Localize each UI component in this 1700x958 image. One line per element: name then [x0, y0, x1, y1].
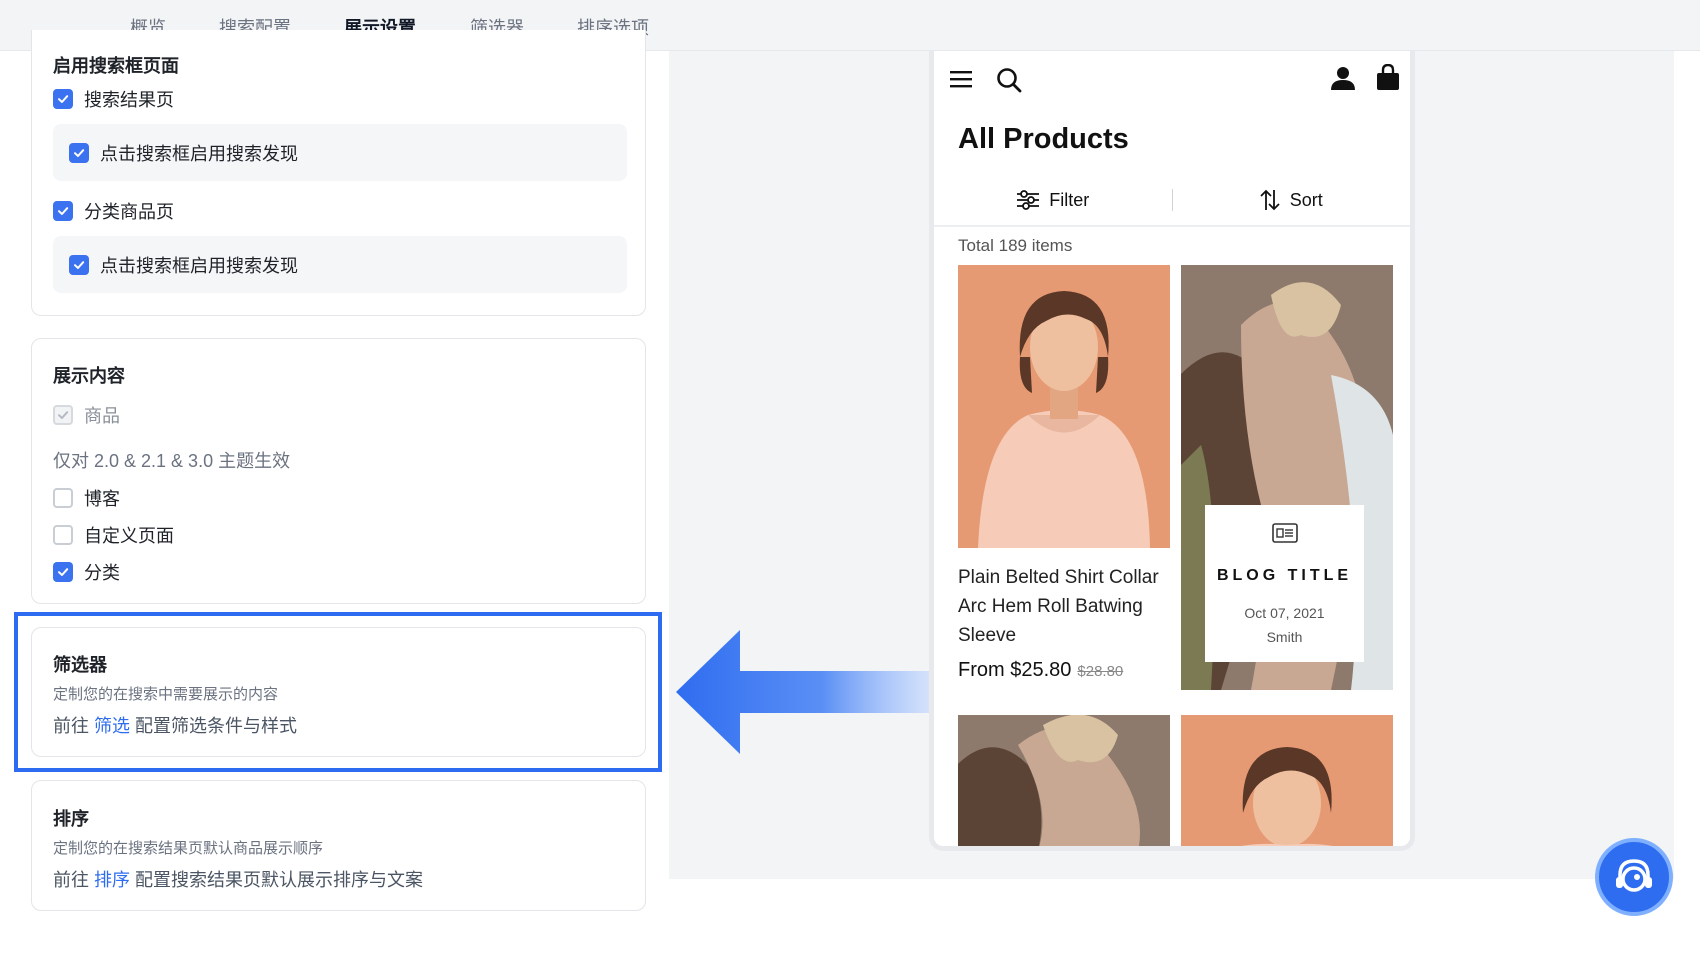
- search-discovery-checkbox-row[interactable]: 点击搜索框启用搜索发现: [53, 236, 627, 293]
- checkbox-checked-icon[interactable]: [69, 254, 89, 275]
- sort-arrows-icon: [1260, 189, 1280, 211]
- checkbox-checked-icon[interactable]: [53, 89, 73, 109]
- checkbox-label: 搜索结果页: [84, 90, 174, 110]
- customer-support-button[interactable]: [1595, 838, 1673, 916]
- filter-label: Filter: [1049, 189, 1090, 210]
- filter-sort-bar: Filter Sort: [934, 175, 1410, 227]
- product-price: From $25.80 $28.80: [958, 659, 1123, 682]
- category-checkbox-row[interactable]: 分类: [53, 559, 120, 585]
- blog-card[interactable]: BLOG TITLE Oct 07, 2021 Smith: [1205, 505, 1364, 662]
- pointer-arrow-icon: [676, 630, 942, 754]
- checkbox-checked-icon[interactable]: [53, 201, 73, 221]
- highlight-box: [14, 612, 662, 772]
- section-title: 排序: [53, 809, 89, 829]
- sort-link[interactable]: 排序: [94, 870, 130, 890]
- blog-image[interactable]: [958, 715, 1170, 846]
- display-content-card: 展示内容 商品 仅对 2.0 & 2.1 & 3.0 主题生效 博客 自定义页面…: [31, 338, 646, 604]
- section-title: 启用搜索框页面: [53, 56, 179, 76]
- product-name[interactable]: Plain Belted Shirt Collar Arc Hem Roll B…: [958, 563, 1170, 650]
- custom-page-checkbox-row[interactable]: 自定义页面: [53, 522, 174, 548]
- blog-checkbox-row[interactable]: 博客: [53, 485, 120, 511]
- product-image[interactable]: [1181, 715, 1393, 846]
- goto-line: 前往 排序 配置搜索结果页默认展示排序与文案: [53, 866, 423, 892]
- mobile-preview: All Products Filter Sort Total 189 items: [929, 51, 1415, 851]
- search-results-checkbox-row[interactable]: 搜索结果页: [53, 86, 174, 112]
- search-icon[interactable]: [996, 67, 1022, 93]
- checkbox-label: 点击搜索框启用搜索发现: [100, 143, 298, 164]
- blog-title: BLOG TITLE: [1216, 567, 1353, 584]
- blog-author: Smith: [1266, 629, 1303, 645]
- blog-date: Oct 07, 2021: [1244, 605, 1325, 621]
- section-description: 定制您的在搜索结果页默认商品展示顺序: [53, 840, 324, 857]
- category-page-checkbox-row[interactable]: 分类商品页: [53, 198, 174, 224]
- sort-card: 排序 定制您的在搜索结果页默认商品展示顺序 前往 排序 配置搜索结果页默认展示排…: [31, 780, 646, 911]
- checkbox-label: 自定义页面: [84, 526, 174, 546]
- original-price: $28.80: [1077, 663, 1124, 680]
- checkbox-checked-icon[interactable]: [69, 142, 89, 163]
- menu-icon[interactable]: [950, 69, 972, 89]
- sort-button[interactable]: Sort: [1173, 189, 1411, 211]
- total-items: Total 189 items: [958, 236, 1073, 255]
- checkbox-unchecked-icon[interactable]: [53, 488, 73, 508]
- sort-label: Sort: [1289, 189, 1323, 210]
- cart-bag-icon[interactable]: [1376, 64, 1400, 91]
- products-checkbox-row: 商品: [53, 402, 120, 428]
- checkbox-label: 分类: [84, 563, 120, 583]
- page-title: All Products: [958, 123, 1129, 155]
- search-discovery-checkbox-row[interactable]: 点击搜索框启用搜索发现: [53, 124, 627, 181]
- checkbox-label: 博客: [84, 489, 120, 509]
- goto-suffix: 配置搜索结果页默认展示排序与文案: [135, 870, 424, 890]
- mobile-header: [934, 51, 1410, 107]
- checkbox-label: 分类商品页: [84, 202, 174, 222]
- current-price: From $25.80: [958, 659, 1072, 681]
- headset-support-icon: [1616, 859, 1652, 892]
- checkbox-label: 点击搜索框启用搜索发现: [100, 255, 298, 276]
- section-title: 展示内容: [53, 366, 125, 386]
- filter-sliders-icon: [1017, 190, 1040, 210]
- checkbox-label: 商品: [84, 406, 120, 426]
- product-image[interactable]: [958, 265, 1170, 548]
- blog-logo-icon: [1272, 523, 1298, 543]
- checkbox-disabled-icon: [53, 405, 73, 425]
- theme-note: 仅对 2.0 & 2.1 & 3.0 主题生效: [53, 451, 291, 471]
- filter-button[interactable]: Filter: [934, 190, 1172, 211]
- search-page-card: 启用搜索框页面 搜索结果页 点击搜索框启用搜索发现 分类商品页 点击搜索框启用搜…: [31, 30, 646, 316]
- goto-prefix: 前往: [53, 870, 89, 890]
- checkbox-unchecked-icon[interactable]: [53, 525, 73, 545]
- checkbox-checked-icon[interactable]: [53, 562, 73, 582]
- account-icon[interactable]: [1330, 65, 1356, 91]
